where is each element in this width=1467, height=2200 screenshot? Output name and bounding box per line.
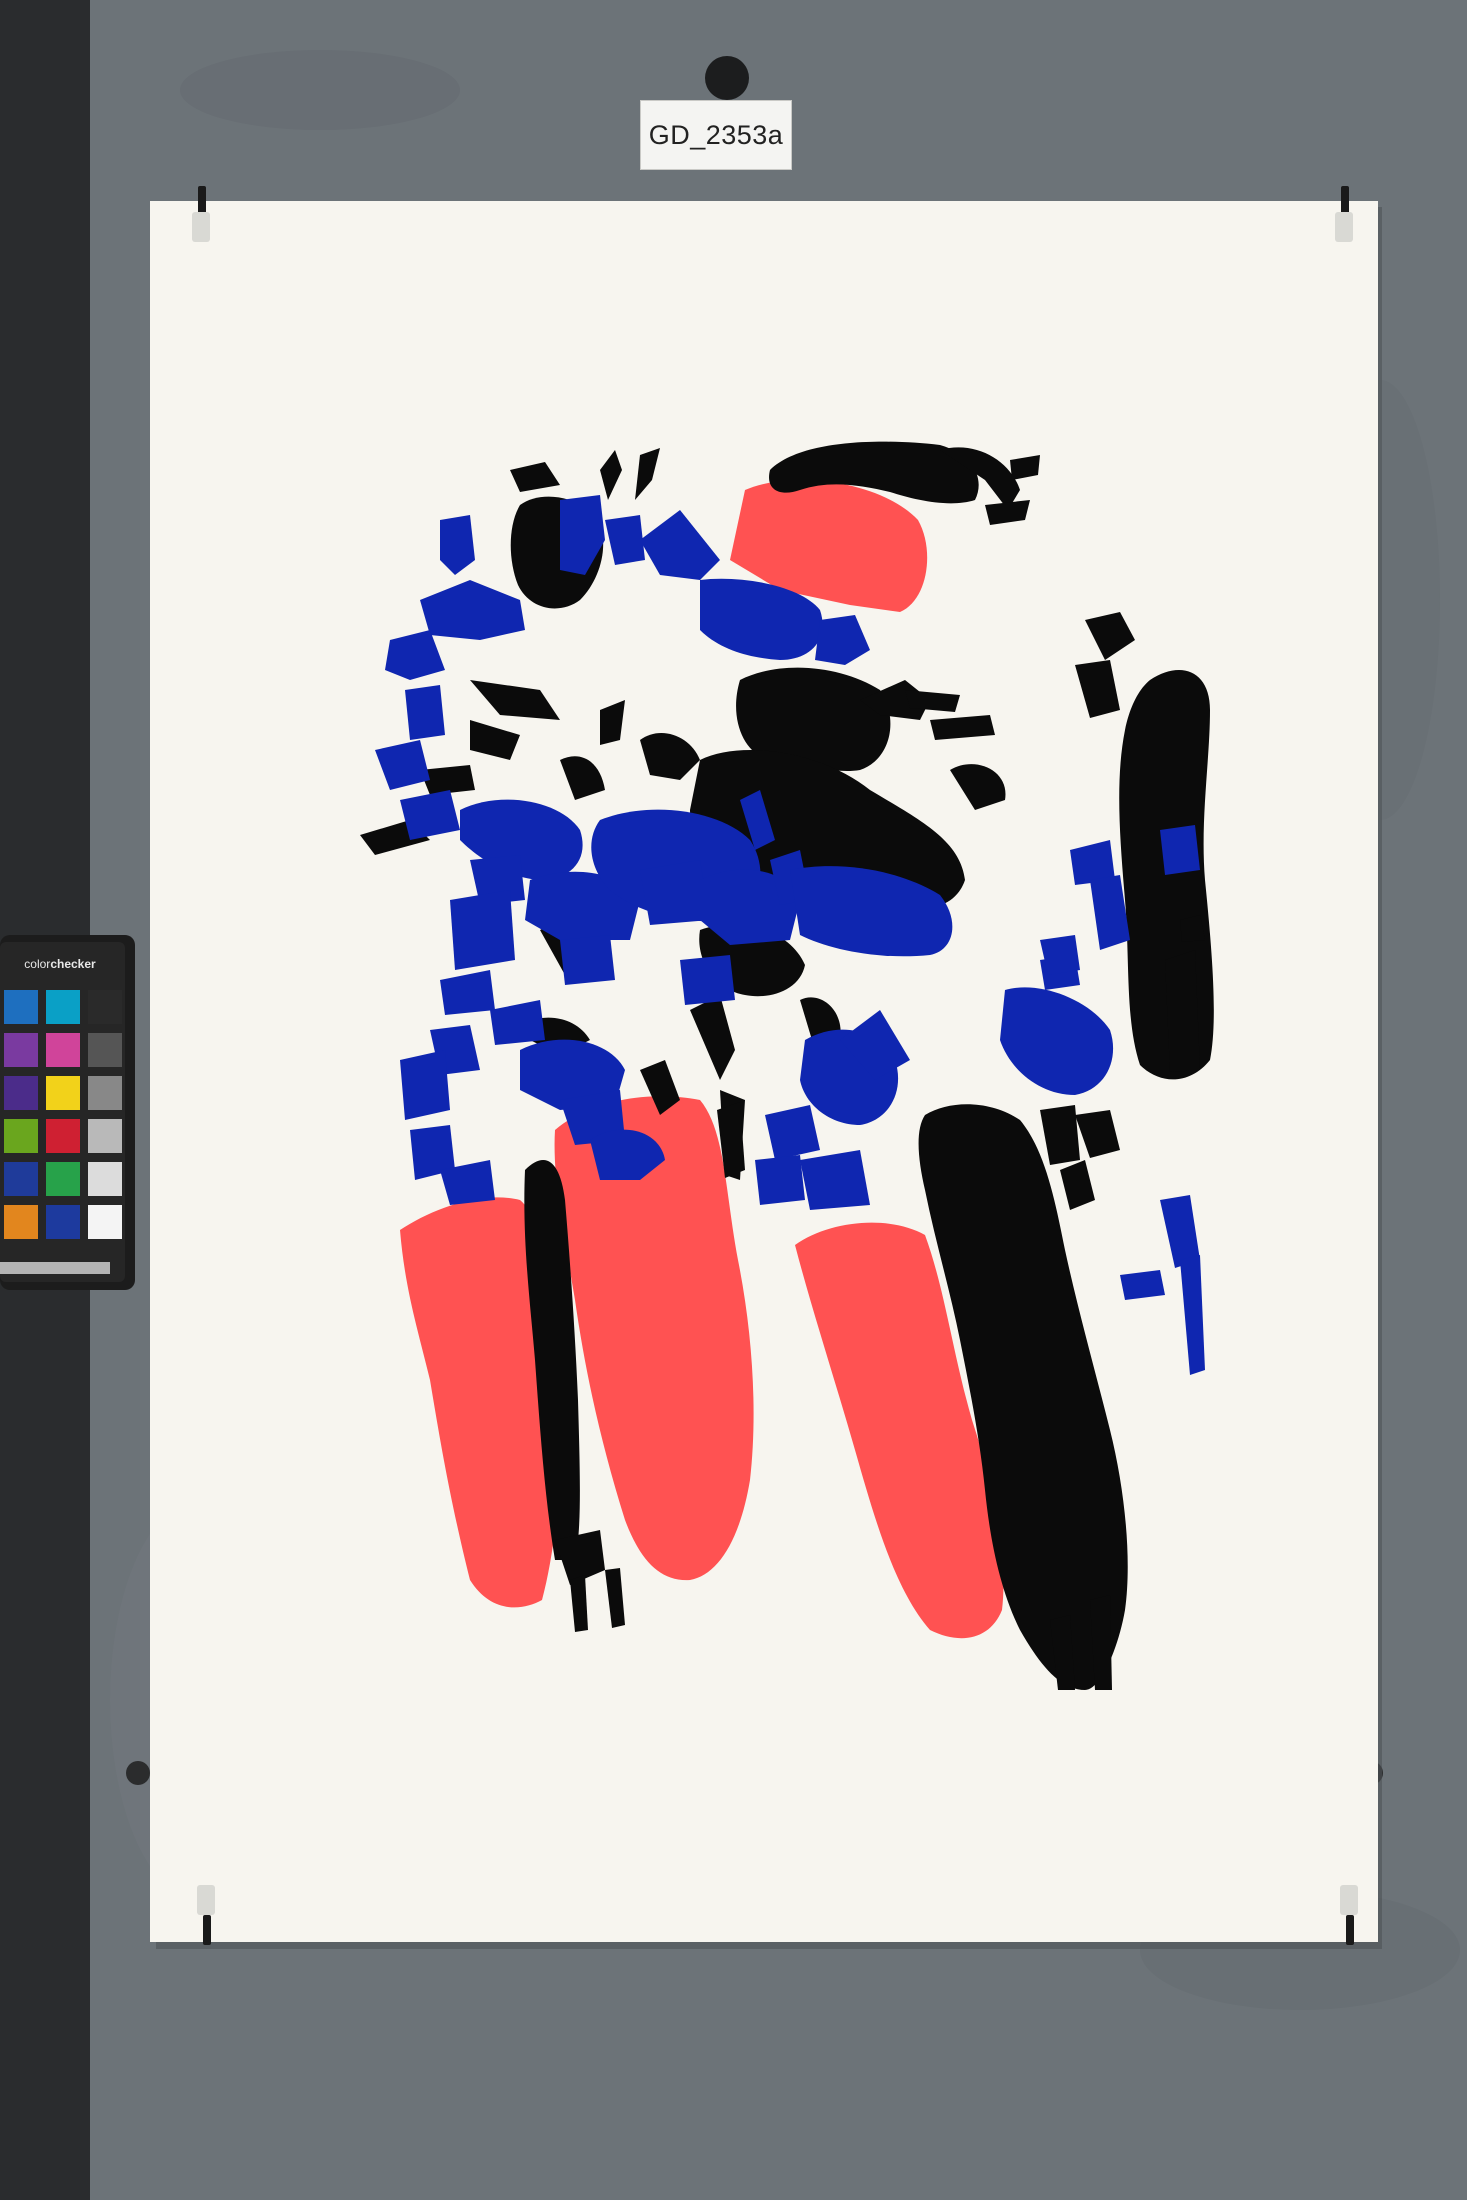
color-checker-patch	[46, 990, 80, 1024]
checker-ruler	[0, 1262, 110, 1274]
specimen-label: GD_2353a	[640, 100, 792, 170]
color-checker-patch	[88, 1205, 122, 1239]
color-checker-brand: colorchecker	[24, 957, 96, 971]
color-checker-patch	[88, 1033, 122, 1067]
scan-scene	[0, 0, 1467, 2200]
color-checker-patch	[88, 1162, 122, 1196]
color-checker-patch	[46, 1033, 80, 1067]
color-checker-patch	[88, 990, 122, 1024]
color-checker-patch	[46, 1205, 80, 1239]
color-checker-patch	[46, 1076, 80, 1110]
color-checker-patch	[88, 1119, 122, 1153]
color-checker-card	[0, 935, 135, 1290]
color-checker-patch	[88, 1076, 122, 1110]
mount-hole	[126, 1761, 150, 1785]
color-checker-patch	[4, 990, 38, 1024]
color-checker-patch	[46, 1162, 80, 1196]
color-checker-patch	[4, 1119, 38, 1153]
mount-hole	[705, 56, 749, 100]
color-checker-patch	[4, 1205, 38, 1239]
color-checker-patch	[4, 1076, 38, 1110]
color-checker-patch	[4, 1162, 38, 1196]
color-checker-patch	[46, 1119, 80, 1153]
color-checker-patch	[4, 1033, 38, 1067]
